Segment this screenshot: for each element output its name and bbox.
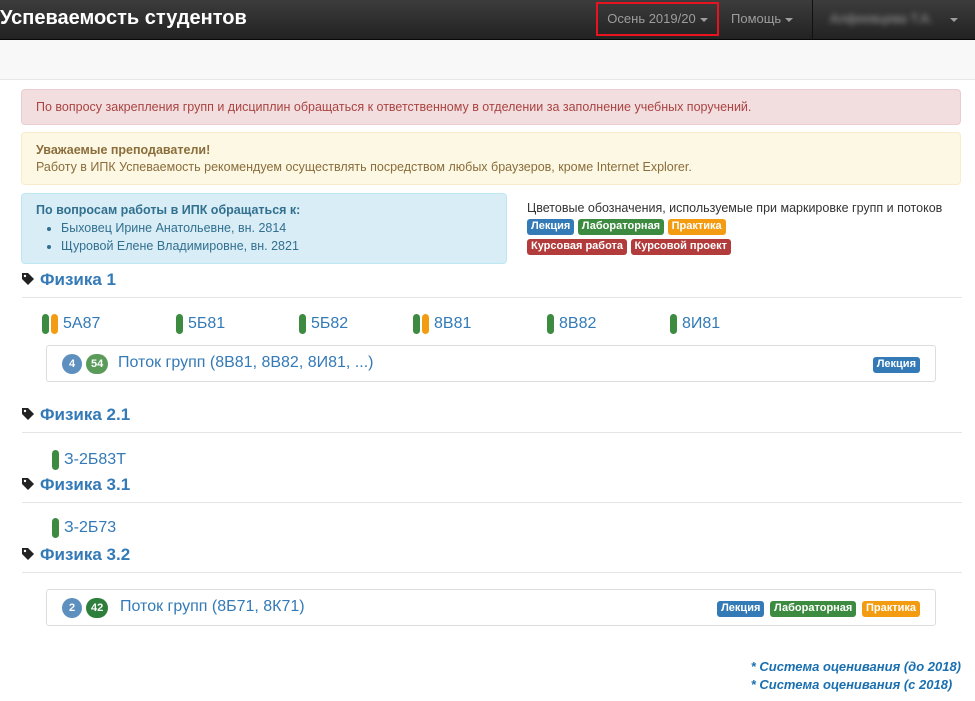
group-name: 5А87 bbox=[63, 315, 101, 332]
sub-toolbar bbox=[0, 40, 975, 80]
app-title[interactable]: Успеваемость студентов bbox=[0, 7, 247, 30]
alert-danger-text: По вопросу закрепления групп и дисциплин… bbox=[36, 100, 752, 114]
group-link[interactable]: 8И81 bbox=[670, 313, 720, 335]
discipline-header: Физика 2.1 bbox=[22, 405, 962, 433]
group-link[interactable]: 5Б82 bbox=[299, 313, 348, 335]
lab-marker bbox=[52, 450, 59, 470]
legend-label-coursework: Курсовая работа bbox=[527, 239, 628, 255]
lab-marker bbox=[299, 314, 306, 334]
lab-marker bbox=[547, 314, 554, 334]
practice-marker bbox=[51, 314, 58, 334]
group-name: 8И81 bbox=[682, 315, 721, 332]
alert-warning-title: Уважаемые преподаватели! bbox=[36, 143, 211, 157]
contact-list: Быховец Ирине Анатольевне, вн. 2814 Щуро… bbox=[61, 219, 492, 255]
contact-item: Быховец Ирине Анатольевне, вн. 2814 bbox=[61, 219, 492, 237]
stream-labels: Лекция Лабораторная Практика bbox=[715, 599, 920, 617]
help-menu[interactable]: Помощь bbox=[731, 11, 794, 26]
lab-marker bbox=[176, 314, 183, 334]
lab-marker bbox=[413, 314, 420, 334]
group-name: 5Б81 bbox=[188, 315, 226, 332]
discipline-link[interactable]: Физика 3.1 bbox=[40, 475, 130, 495]
group-link[interactable]: 5Б81 bbox=[176, 313, 225, 335]
chevron-down-icon bbox=[950, 17, 959, 22]
chevron-down-icon bbox=[785, 17, 794, 22]
discipline-link[interactable]: Физика 3.2 bbox=[40, 545, 130, 565]
discipline-link[interactable]: Физика 1 bbox=[40, 270, 116, 290]
group-link[interactable]: 8В81 bbox=[413, 313, 471, 335]
group-link[interactable]: 5А87 bbox=[42, 313, 100, 335]
nav-divider bbox=[812, 0, 813, 40]
group-link[interactable]: З-2Б83Т bbox=[52, 449, 126, 471]
label-lecture: Лекция bbox=[717, 601, 765, 617]
group-count-badge: 2 bbox=[62, 598, 82, 618]
legend-row: Курсовая работа Курсовой проект bbox=[527, 238, 967, 255]
discipline-header: Физика 3.1 bbox=[22, 475, 962, 503]
label-practice: Практика bbox=[861, 601, 920, 617]
group-name: 5Б82 bbox=[311, 315, 349, 332]
help-label: Помощь bbox=[731, 11, 782, 26]
group-count-badge: 4 bbox=[62, 354, 82, 374]
group-name: 8В81 bbox=[434, 315, 472, 332]
tag-icon bbox=[22, 478, 34, 490]
stream-link[interactable]: Поток групп (8В81, 8В82, 8И81, ...) bbox=[118, 354, 373, 372]
legend-label-practice: Практика bbox=[667, 219, 726, 235]
lab-marker bbox=[42, 314, 49, 334]
grading-links: * Система оценивания (до 2018) * Система… bbox=[751, 658, 961, 694]
alert-warning-text: Работу в ИПК Успеваемость рекомендуем ос… bbox=[36, 160, 692, 174]
legend-row: Лекция Лабораторная Практика bbox=[527, 218, 967, 235]
contact-item: Щуровой Елене Владимировне, вн. 2821 bbox=[61, 237, 492, 255]
legend-label-lecture: Лекция bbox=[527, 219, 575, 235]
group-name: 8В82 bbox=[559, 315, 597, 332]
lab-marker bbox=[52, 518, 59, 538]
tag-icon bbox=[22, 273, 34, 285]
color-legend: Цветовые обозначения, используемые при м… bbox=[527, 201, 967, 255]
label-lab: Лабораторная bbox=[770, 601, 857, 617]
discipline-header: Физика 1 bbox=[22, 270, 962, 298]
legend-title: Цветовые обозначения, используемые при м… bbox=[527, 201, 943, 215]
stream-panel: 2 42 Поток групп (8Б71, 8К71) Лекция Лаб… bbox=[46, 589, 936, 626]
legend-label-course-project: Курсовой проект bbox=[630, 239, 732, 255]
group-link[interactable]: З-2Б73 bbox=[52, 517, 116, 539]
group-name: З-2Б73 bbox=[64, 519, 117, 536]
semester-label: Осень 2019/20 bbox=[607, 11, 696, 26]
alert-info-title: По вопросам работы в ИПК обращаться к: bbox=[36, 203, 301, 217]
alert-warning: Уважаемые преподаватели! Работу в ИПК Ус… bbox=[21, 132, 961, 185]
legend-label-lab: Лабораторная bbox=[577, 219, 665, 235]
top-navbar: Успеваемость студентов Осень 2019/20 Пом… bbox=[0, 0, 975, 40]
practice-marker bbox=[422, 314, 429, 334]
tag-icon bbox=[22, 408, 34, 420]
alert-info-contacts: По вопросам работы в ИПК обращаться к: Б… bbox=[21, 193, 507, 264]
user-menu[interactable]: Алфеевцева Т.А. bbox=[830, 11, 959, 26]
grading-system-link-after-2018[interactable]: * Система оценивания (с 2018) bbox=[751, 676, 961, 694]
stream-panel: 4 54 Поток групп (8В81, 8В82, 8И81, ...)… bbox=[46, 345, 936, 382]
stream-labels: Лекция bbox=[871, 355, 920, 373]
user-name: Алфеевцева Т.А. bbox=[830, 11, 933, 26]
discipline-header: Физика 3.2 bbox=[22, 545, 962, 573]
tag-icon bbox=[22, 548, 34, 560]
discipline-link[interactable]: Физика 2.1 bbox=[40, 405, 130, 425]
alert-danger: По вопросу закрепления групп и дисциплин… bbox=[21, 89, 961, 125]
group-name: З-2Б83Т bbox=[64, 451, 126, 468]
grading-system-link-before-2018[interactable]: * Система оценивания (до 2018) bbox=[751, 658, 961, 676]
student-count-badge: 54 bbox=[86, 354, 109, 374]
semester-dropdown[interactable]: Осень 2019/20 bbox=[596, 2, 719, 36]
label-lecture: Лекция bbox=[872, 357, 920, 373]
group-link[interactable]: 8В82 bbox=[547, 313, 596, 335]
student-count-badge: 42 bbox=[86, 598, 109, 618]
stream-link[interactable]: Поток групп (8Б71, 8К71) bbox=[120, 598, 305, 616]
lab-marker bbox=[670, 314, 677, 334]
chevron-down-icon bbox=[699, 17, 708, 22]
